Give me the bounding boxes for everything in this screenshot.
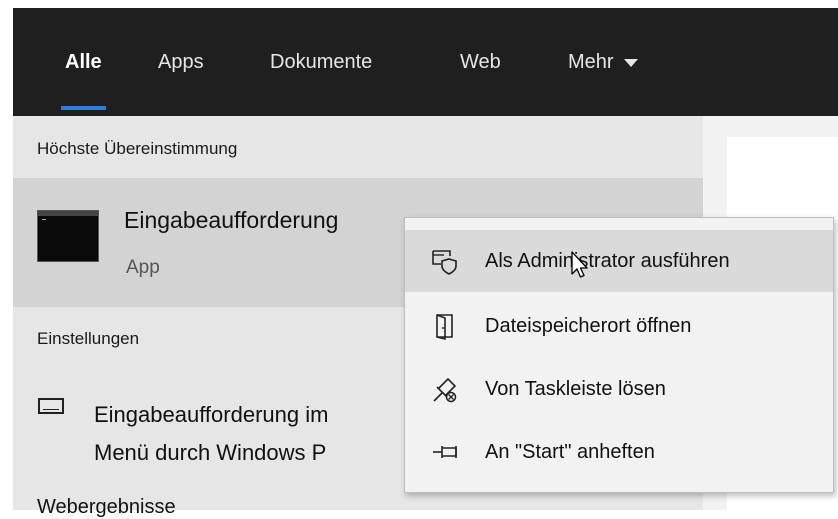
tab-all[interactable]: Alle (61, 8, 106, 116)
settings-result-line2: Menü durch Windows P (94, 440, 327, 465)
chevron-down-icon (623, 59, 638, 67)
tab-more-label: Mehr (568, 51, 614, 73)
tab-more[interactable]: Mehr (568, 8, 638, 116)
menu-item-run-as-admin[interactable]: Als Administrator ausführen (405, 230, 833, 292)
display-icon (38, 398, 64, 414)
tab-documents-label: Dokumente (270, 51, 373, 73)
tab-web[interactable]: Web (460, 8, 501, 116)
search-filter-bar: Alle Apps Dokumente Web Mehr (13, 8, 838, 116)
menu-item-run-as-admin-label: Als Administrator ausführen (485, 249, 730, 272)
active-tab-indicator (61, 106, 106, 110)
tab-web-label: Web (460, 51, 501, 73)
run-as-admin-shield-icon (429, 245, 461, 277)
web-results-heading: Webergebnisse (37, 496, 176, 518)
command-prompt-icon (37, 210, 99, 262)
tab-all-label: Alle (65, 51, 102, 73)
tab-apps[interactable]: Apps (158, 8, 204, 116)
best-match-title: Eingabeaufforderung (124, 207, 339, 233)
context-menu: Als Administrator ausführen Dateispeiche… (404, 217, 834, 493)
best-match-heading: Höchste Übereinstimmung (37, 139, 238, 158)
menu-item-unpin-taskbar-label: Von Taskleiste lösen (485, 377, 666, 400)
pin-start-icon (429, 436, 461, 468)
menu-item-pin-start[interactable]: An "Start" anheften (405, 421, 833, 483)
tab-apps-label: Apps (158, 51, 204, 73)
open-file-location-icon (429, 310, 461, 342)
mouse-cursor-icon (571, 251, 588, 278)
menu-item-pin-start-label: An "Start" anheften (485, 440, 655, 463)
settings-heading: Einstellungen (37, 329, 140, 348)
tab-documents[interactable]: Dokumente (270, 8, 372, 116)
settings-result-line1: Eingabeaufforderung im (94, 402, 329, 427)
best-match-type: App (126, 257, 160, 278)
settings-result-item[interactable]: Eingabeaufforderung im Menü durch Window… (94, 396, 328, 472)
menu-item-open-file-location[interactable]: Dateispeicherort öffnen (405, 295, 833, 357)
menu-item-unpin-taskbar[interactable]: Von Taskleiste lösen (405, 358, 833, 420)
unpin-taskbar-icon (429, 373, 461, 405)
menu-item-open-file-location-label: Dateispeicherort öffnen (485, 314, 692, 337)
